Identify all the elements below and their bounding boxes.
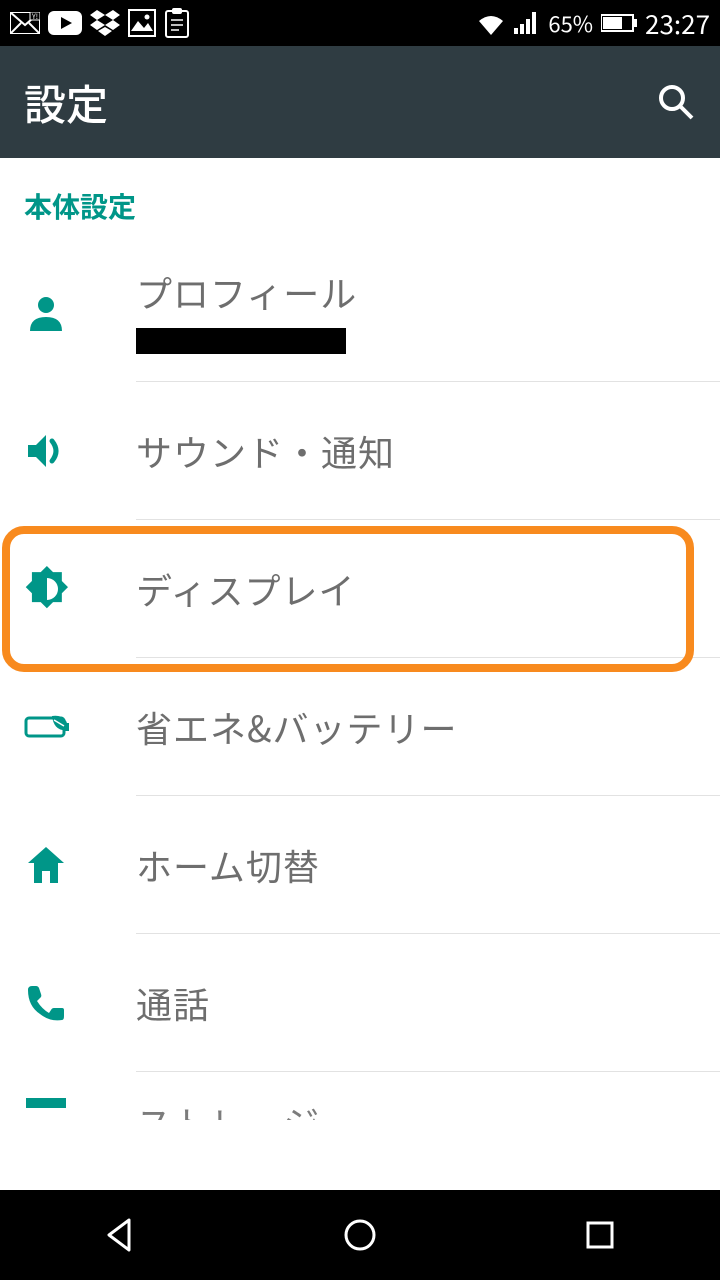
eco-battery-icon [24, 712, 74, 742]
list-item-display[interactable]: ディスプレイ [0, 520, 720, 658]
item-label: ホーム切替 [136, 839, 696, 891]
phone-icon [24, 982, 66, 1024]
list-item-home[interactable]: ホーム切替 [0, 796, 720, 934]
settings-list: プロフィール サウンド・通知 ディスプレイ 省エネ&バッテリー [0, 244, 720, 1120]
list-item-profile[interactable]: プロフィール [0, 244, 720, 382]
battery-pct-label: 65% [548, 7, 593, 39]
list-item-storage[interactable]: ストレージ [0, 1072, 720, 1120]
brightness-icon [24, 566, 70, 612]
person-icon [24, 291, 68, 335]
battery-icon [601, 13, 637, 33]
item-label: 省エネ&バッテリー [136, 701, 696, 753]
cellular-icon [514, 12, 540, 34]
status-right: 65% 23:27 [476, 5, 710, 42]
item-sub-redacted [136, 328, 696, 359]
item-label: ストレージ [136, 1096, 696, 1120]
wifi-icon [476, 11, 506, 35]
nav-home-button[interactable] [300, 1205, 420, 1265]
list-item-call[interactable]: 通話 [0, 934, 720, 1072]
item-label: 通話 [136, 977, 696, 1029]
gallery-icon [128, 9, 156, 37]
item-label: サウンド・通知 [136, 425, 696, 477]
dropbox-icon [90, 10, 120, 36]
page-title: 設定 [24, 72, 108, 133]
mail-icon: Y! [10, 12, 40, 34]
status-left-icons: Y! [10, 8, 190, 38]
clock-label: 23:27 [645, 5, 710, 42]
list-item-battery[interactable]: 省エネ&バッテリー [0, 658, 720, 796]
item-label: プロフィール [136, 266, 696, 318]
nav-back-button[interactable] [60, 1205, 180, 1265]
clipboard-icon [164, 8, 190, 38]
search-button[interactable] [656, 82, 696, 122]
navigation-bar [0, 1190, 720, 1280]
svg-text:Y!: Y! [31, 12, 38, 22]
storage-icon [24, 1096, 68, 1110]
list-item-sound[interactable]: サウンド・通知 [0, 382, 720, 520]
section-header: 本体設定 [0, 158, 720, 234]
youtube-icon [48, 11, 82, 35]
app-bar: 設定 [0, 46, 720, 158]
item-label: ディスプレイ [136, 563, 696, 615]
status-bar: Y! 65% 23:27 [0, 0, 720, 46]
nav-recent-button[interactable] [540, 1205, 660, 1265]
volume-icon [24, 429, 68, 473]
home-icon [24, 843, 68, 887]
